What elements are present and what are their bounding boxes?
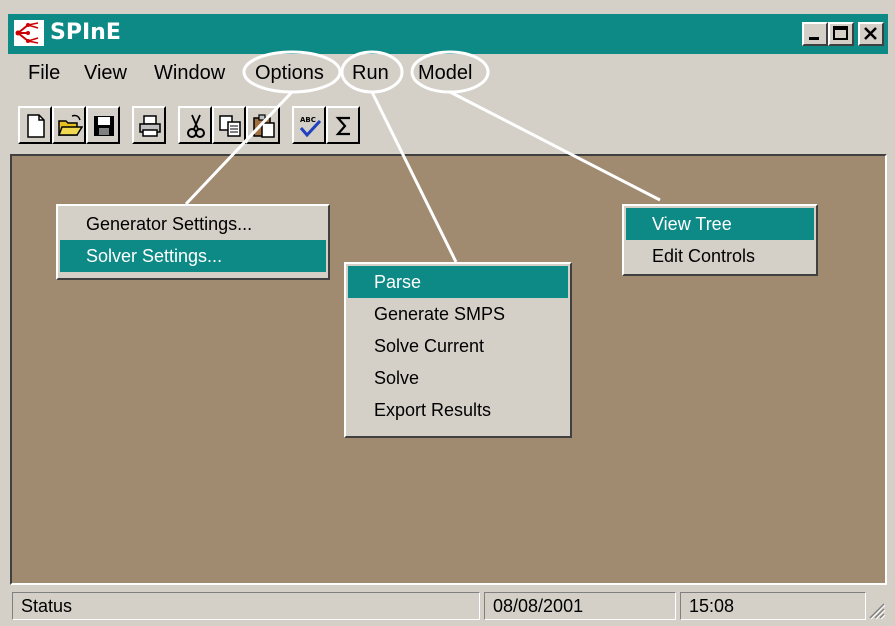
print-icon[interactable] <box>132 106 166 144</box>
status-panel-date: 08/08/2001 <box>484 592 676 620</box>
menu-item-export-results[interactable]: Export Results <box>348 394 568 426</box>
menu-file[interactable]: File <box>28 62 60 85</box>
main-window: SPInE File View Window Options Run Model <box>0 0 895 626</box>
open-icon[interactable] <box>52 106 86 144</box>
minimize-button[interactable] <box>802 22 828 46</box>
menu-window[interactable]: Window <box>154 62 225 85</box>
sum-icon[interactable] <box>326 106 360 144</box>
close-button[interactable] <box>858 22 884 46</box>
menu-item-solve[interactable]: Solve <box>348 362 568 394</box>
save-icon[interactable] <box>86 106 120 144</box>
new-icon[interactable] <box>18 106 52 144</box>
menu-item-edit-controls[interactable]: Edit Controls <box>626 240 814 272</box>
options-dropdown-menu: Generator Settings... Solver Settings... <box>56 204 330 280</box>
menu-item-generator-settings[interactable]: Generator Settings... <box>60 208 326 240</box>
paste-icon[interactable] <box>246 106 280 144</box>
menu-view[interactable]: View <box>84 62 127 85</box>
menu-run[interactable]: Run <box>352 62 389 85</box>
menu-item-solver-settings[interactable]: Solver Settings... <box>60 240 326 272</box>
spellcheck-icon[interactable]: ABC <box>292 106 326 144</box>
model-dropdown-menu: View Tree Edit Controls <box>622 204 818 276</box>
menu-item-view-tree[interactable]: View Tree <box>626 208 814 240</box>
copy-icon[interactable] <box>212 106 246 144</box>
menu-bar: File View Window Options Run Model <box>8 54 888 96</box>
maximize-button[interactable] <box>828 22 854 46</box>
title-bar[interactable]: SPInE <box>8 14 888 54</box>
menu-options[interactable]: Options <box>255 62 324 85</box>
menu-item-parse[interactable]: Parse <box>348 266 568 298</box>
window-title: SPInE <box>50 20 121 45</box>
status-panel-text: Status <box>12 592 480 620</box>
status-bar: Status 08/08/2001 15:08 <box>8 588 888 622</box>
toolbar: ABC <box>8 100 888 150</box>
run-dropdown-menu: Parse Generate SMPS Solve Current Solve … <box>344 262 572 438</box>
menu-item-generate-smps[interactable]: Generate SMPS <box>348 298 568 330</box>
cut-icon[interactable] <box>178 106 212 144</box>
resize-grip-icon[interactable] <box>866 600 886 620</box>
menu-model[interactable]: Model <box>418 62 472 85</box>
app-icon[interactable] <box>14 20 44 46</box>
menu-item-solve-current[interactable]: Solve Current <box>348 330 568 362</box>
svg-text:ABC: ABC <box>300 116 316 124</box>
status-panel-time: 15:08 <box>680 592 866 620</box>
